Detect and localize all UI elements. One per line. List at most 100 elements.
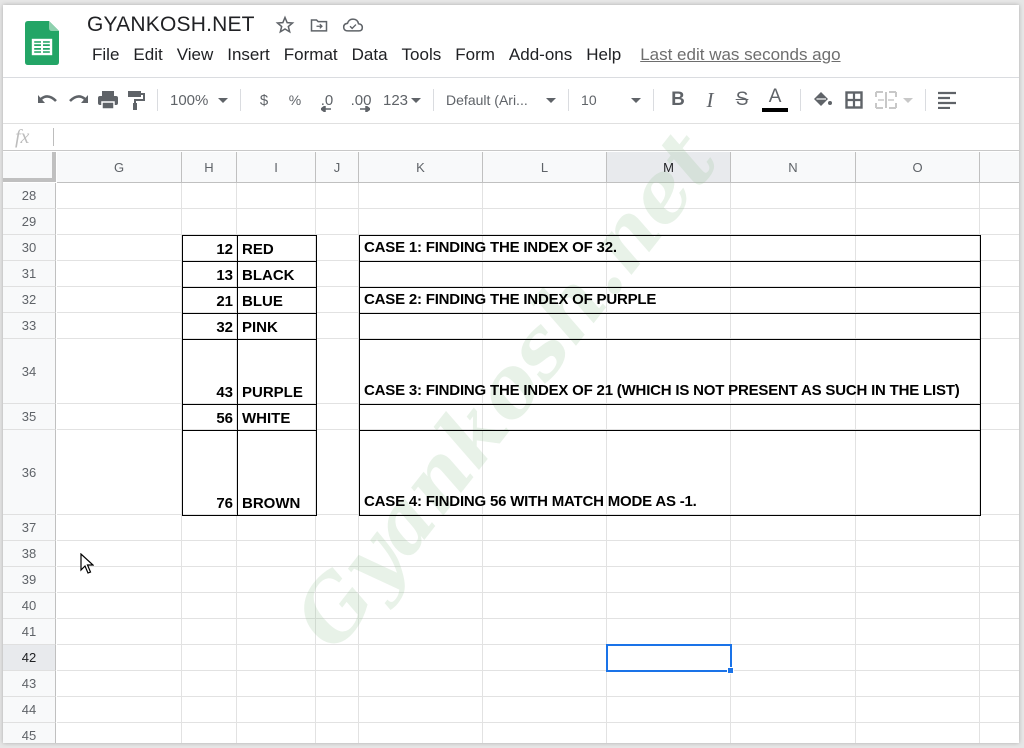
cell-overflow[interactable]	[980, 515, 1019, 541]
list-number-cell[interactable]: 21	[182, 287, 238, 314]
sheets-logo-icon[interactable]	[25, 21, 59, 65]
cell-g39[interactable]	[57, 567, 182, 593]
cell-i40[interactable]	[237, 593, 316, 619]
more-formats-button[interactable]: 123	[379, 87, 425, 113]
last-edit-link[interactable]: Last edit was seconds ago	[640, 45, 840, 65]
cell-o28[interactable]	[856, 183, 980, 209]
cell-k40[interactable]	[359, 593, 483, 619]
cell-i39[interactable]	[237, 567, 316, 593]
row-header-36[interactable]: 36	[3, 430, 56, 515]
cell-k45[interactable]	[359, 723, 483, 743]
cell-overflow[interactable]	[980, 183, 1019, 209]
cell-o39[interactable]	[856, 567, 980, 593]
cell-j43[interactable]	[316, 671, 359, 697]
cell-n43[interactable]	[731, 671, 856, 697]
row-header-28[interactable]: 28	[3, 183, 56, 209]
cell-overflow[interactable]	[980, 339, 1019, 404]
cell-m37[interactable]	[607, 515, 731, 541]
cell-g31[interactable]	[57, 261, 182, 287]
cell-j36[interactable]	[316, 430, 359, 515]
cell-j39[interactable]	[316, 567, 359, 593]
cell-n42[interactable]	[731, 645, 856, 671]
borders-button[interactable]	[837, 87, 871, 113]
row-header-29[interactable]: 29	[3, 209, 56, 235]
bold-button[interactable]: B	[662, 87, 694, 113]
cell-overflow[interactable]	[980, 261, 1019, 287]
menu-help[interactable]: Help	[579, 45, 628, 65]
cell-k41[interactable]	[359, 619, 483, 645]
column-header-l[interactable]: L	[483, 152, 607, 183]
column-header-k[interactable]: K	[359, 152, 483, 183]
column-header-m[interactable]: M	[607, 152, 731, 183]
cell-n45[interactable]	[731, 723, 856, 743]
cell-j31[interactable]	[316, 261, 359, 287]
row-header-39[interactable]: 39	[3, 567, 56, 593]
menu-form[interactable]: Form	[448, 45, 502, 65]
cell-h44[interactable]	[182, 697, 237, 723]
cell-k42[interactable]	[359, 645, 483, 671]
cell-m43[interactable]	[607, 671, 731, 697]
cell-j41[interactable]	[316, 619, 359, 645]
cell-j34[interactable]	[316, 339, 359, 404]
fill-handle[interactable]	[727, 667, 734, 674]
cell-m29[interactable]	[607, 209, 731, 235]
cell-j45[interactable]	[316, 723, 359, 743]
column-header-j[interactable]: J	[316, 152, 359, 183]
cell-g43[interactable]	[57, 671, 182, 697]
cell-j29[interactable]	[316, 209, 359, 235]
font-size-select[interactable]: 10	[577, 87, 645, 113]
cell-i37[interactable]	[237, 515, 316, 541]
cell-overflow[interactable]	[980, 619, 1019, 645]
cell-overflow[interactable]	[980, 287, 1019, 313]
cell-overflow[interactable]	[980, 541, 1019, 567]
cell-j35[interactable]	[316, 404, 359, 430]
cell-j33[interactable]	[316, 313, 359, 339]
cell-g41[interactable]	[57, 619, 182, 645]
column-header-n[interactable]: N	[731, 152, 856, 183]
cell-o37[interactable]	[856, 515, 980, 541]
cell-l44[interactable]	[483, 697, 607, 723]
case-description-cell[interactable]	[359, 404, 981, 431]
cell-m44[interactable]	[607, 697, 731, 723]
list-color-cell[interactable]: BROWN	[237, 430, 317, 516]
row-header-38[interactable]: 38	[3, 541, 56, 567]
cell-l45[interactable]	[483, 723, 607, 743]
cell-k39[interactable]	[359, 567, 483, 593]
cell-m40[interactable]	[607, 593, 731, 619]
row-header-30[interactable]: 30	[3, 235, 56, 261]
cell-n39[interactable]	[731, 567, 856, 593]
cell-k44[interactable]	[359, 697, 483, 723]
cell-j40[interactable]	[316, 593, 359, 619]
row-header-41[interactable]: 41	[3, 619, 56, 645]
cell-j32[interactable]	[316, 287, 359, 313]
list-color-cell[interactable]: BLUE	[237, 287, 317, 314]
menu-tools[interactable]: Tools	[395, 45, 449, 65]
row-header-45[interactable]: 45	[3, 723, 56, 743]
cell-i29[interactable]	[237, 209, 316, 235]
increase-decimal-button[interactable]: .00	[343, 87, 379, 113]
cell-n41[interactable]	[731, 619, 856, 645]
redo-button[interactable]	[63, 87, 93, 113]
list-color-cell[interactable]: BLACK	[237, 261, 317, 288]
cell-n44[interactable]	[731, 697, 856, 723]
case-description-cell[interactable]: CASE 3: FINDING THE INDEX OF 21 (WHICH I…	[359, 339, 981, 405]
cell-l37[interactable]	[483, 515, 607, 541]
cell-h29[interactable]	[182, 209, 237, 235]
case-description-cell[interactable]	[359, 261, 981, 288]
cell-o44[interactable]	[856, 697, 980, 723]
row-header-33[interactable]: 33	[3, 313, 56, 339]
cell-l40[interactable]	[483, 593, 607, 619]
horizontal-align-button[interactable]	[934, 87, 960, 113]
list-number-cell[interactable]: 13	[182, 261, 238, 288]
cell-overflow[interactable]	[980, 404, 1019, 430]
undo-button[interactable]	[33, 87, 63, 113]
menu-data[interactable]: Data	[345, 45, 395, 65]
print-button[interactable]	[93, 87, 123, 113]
list-color-cell[interactable]: WHITE	[237, 404, 317, 431]
cell-overflow[interactable]	[980, 723, 1019, 743]
cell-i42[interactable]	[237, 645, 316, 671]
cell-l41[interactable]	[483, 619, 607, 645]
cell-m28[interactable]	[607, 183, 731, 209]
cell-i41[interactable]	[237, 619, 316, 645]
row-header-42[interactable]: 42	[3, 645, 56, 671]
